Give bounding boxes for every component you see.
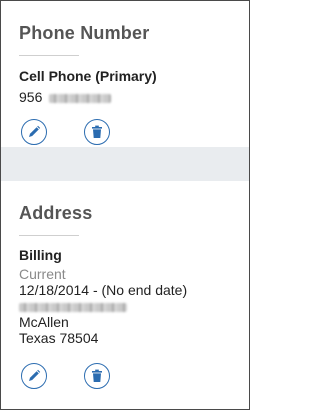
address-status: Current — [19, 266, 66, 282]
address-state-zip: Texas 78504 — [19, 330, 99, 346]
pencil-icon — [29, 125, 41, 137]
edit-address-button[interactable] — [21, 363, 47, 389]
phone-entry-label: Cell Phone (Primary) — [19, 68, 157, 84]
address-section-title: Address — [19, 203, 93, 223]
address-entry-label: Billing — [19, 247, 62, 263]
phone-number-value: 956 — [19, 89, 112, 105]
address-city: McAllen — [19, 314, 69, 330]
delete-phone-button[interactable] — [84, 119, 110, 145]
address-date-range: 12/18/2014 - (No end date) — [19, 282, 188, 298]
phone-number-card: Phone Number Cell Phone (Primary) 956 — [1, 1, 249, 147]
pencil-icon — [29, 369, 41, 381]
section-divider — [19, 55, 79, 56]
trash-icon — [92, 369, 102, 382]
section-divider — [19, 235, 79, 236]
phone-section-title: Phone Number — [19, 23, 150, 43]
address-card: Address Billing Current 12/18/2014 - (No… — [1, 181, 249, 409]
edit-phone-button[interactable] — [21, 119, 47, 145]
phone-number-prefix: 956 — [19, 89, 43, 105]
trash-icon — [92, 125, 102, 138]
address-street-line — [19, 298, 127, 314]
contact-info-panel: Phone Number Cell Phone (Primary) 956 Ad… — [0, 0, 250, 410]
redacted-phone-digits — [49, 93, 112, 103]
redacted-street-address — [19, 302, 127, 312]
delete-address-button[interactable] — [84, 363, 110, 389]
